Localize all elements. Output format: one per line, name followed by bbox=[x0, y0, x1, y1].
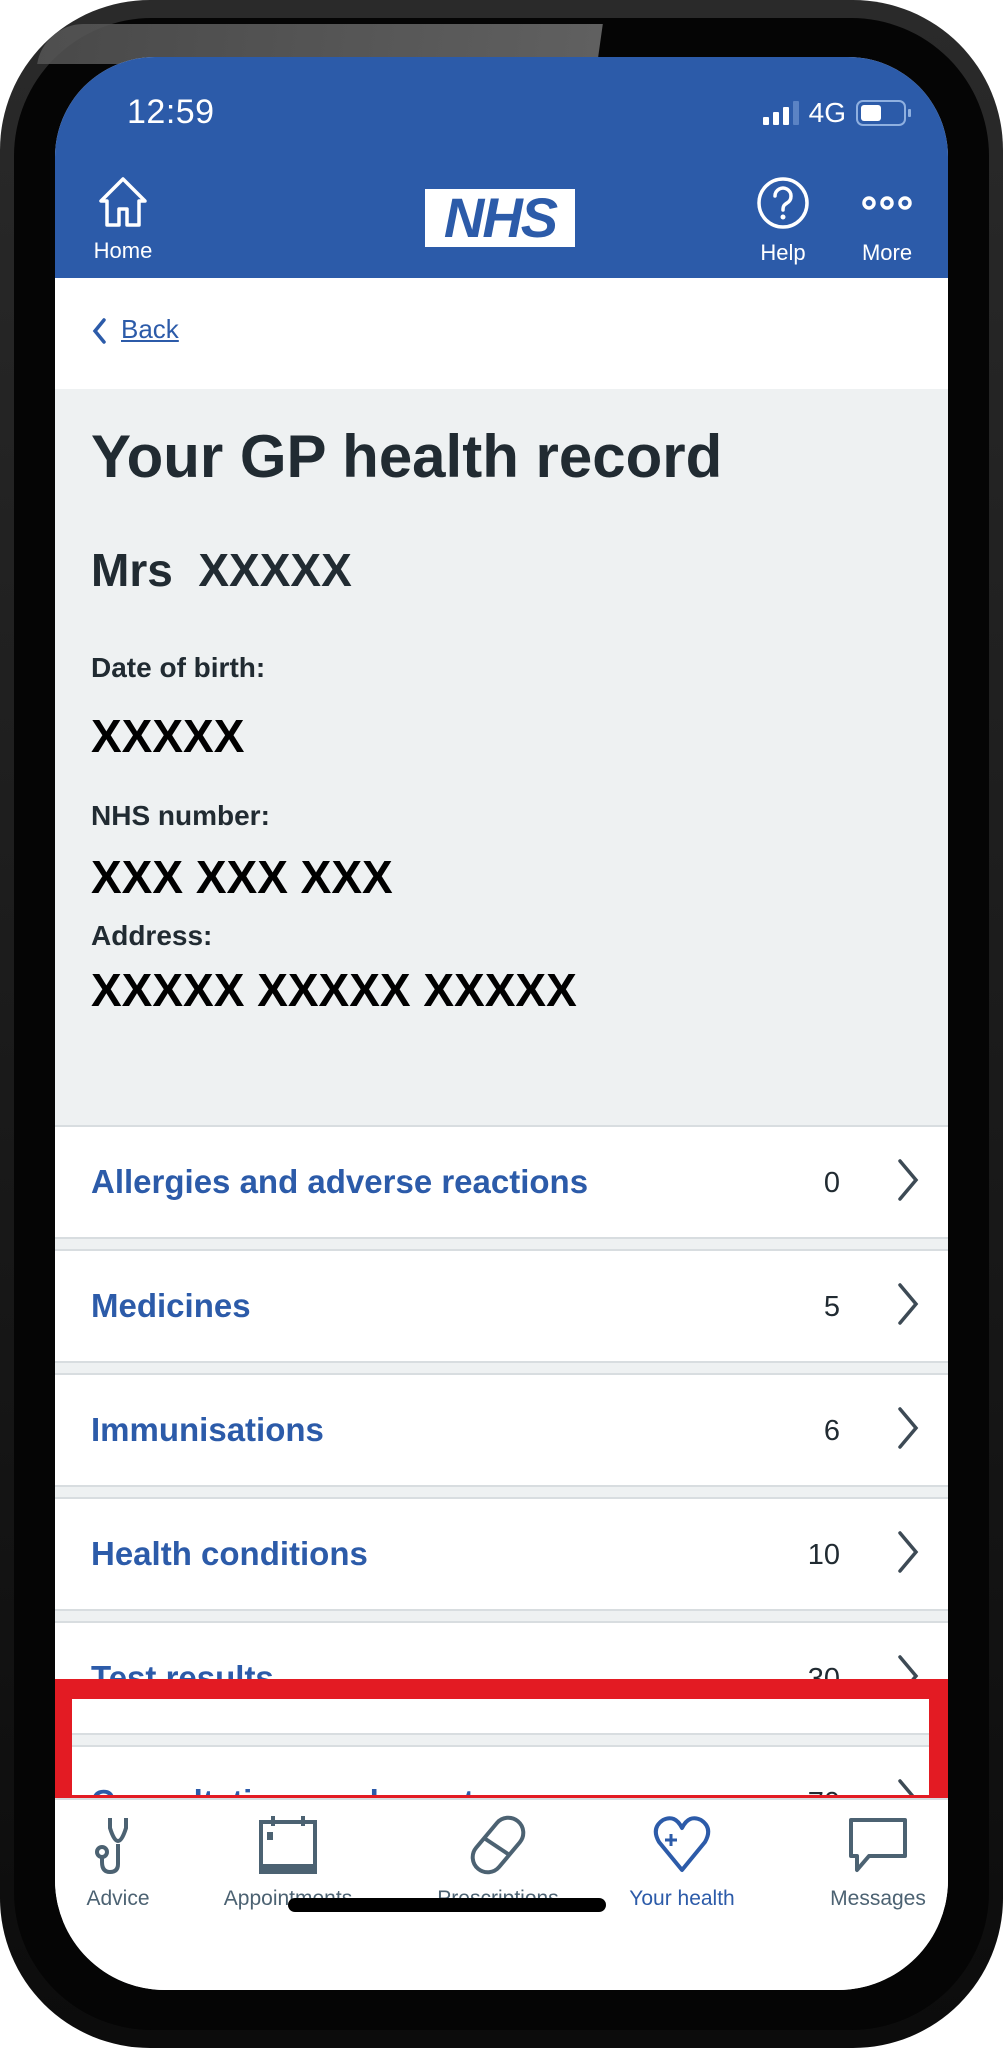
highlight-box bbox=[55, 1679, 948, 1815]
status-time: 12:59 bbox=[127, 93, 215, 131]
back-label: Back bbox=[121, 314, 179, 344]
bottom-tab-bar: Advice Appointments Prescriptions Your h… bbox=[55, 1798, 948, 1990]
chevron-right-icon bbox=[898, 1531, 919, 1573]
tab-appointments[interactable]: Appointments bbox=[203, 1814, 373, 1911]
address-label: Address: bbox=[91, 920, 213, 951]
nhs-logo: NHS bbox=[425, 189, 575, 247]
tab-advice[interactable]: Advice bbox=[55, 1814, 203, 1911]
tab-messages[interactable]: Messages bbox=[793, 1814, 948, 1911]
chevron-right-icon bbox=[898, 1159, 919, 1201]
help-button[interactable]: Help bbox=[743, 175, 823, 266]
dob-value: XXXXX bbox=[91, 710, 245, 762]
chevron-right-icon bbox=[898, 1407, 919, 1449]
record-row-immunisations[interactable]: Immunisations 6 bbox=[55, 1373, 948, 1487]
more-button[interactable]: More bbox=[847, 175, 927, 266]
back-link[interactable]: Back bbox=[91, 314, 179, 345]
tab-label: Your health bbox=[629, 1887, 735, 1910]
record-label: Allergies and adverse reactions bbox=[91, 1163, 589, 1200]
more-dots-icon bbox=[862, 196, 912, 210]
chevron-left-icon bbox=[92, 317, 106, 344]
status-icons: 4G bbox=[762, 97, 911, 129]
help-icon bbox=[757, 177, 809, 229]
pill-icon bbox=[470, 1815, 526, 1875]
patient-name-line: Mrs XXXXX bbox=[91, 543, 352, 597]
app-screen: 12:59 4G Home NHS Help More Back Your GP… bbox=[55, 57, 948, 1990]
home-label: Home bbox=[93, 238, 153, 263]
record-count: 5 bbox=[823, 1291, 840, 1323]
record-count: 6 bbox=[823, 1415, 840, 1447]
patient-title: Mrs bbox=[91, 544, 173, 596]
tab-prescriptions[interactable]: Prescriptions bbox=[413, 1814, 583, 1911]
more-label: More bbox=[861, 240, 913, 265]
battery-icon bbox=[856, 100, 911, 126]
speech-bubble-icon bbox=[849, 1818, 907, 1872]
record-row-allergies[interactable]: Allergies and adverse reactions 0 bbox=[55, 1125, 948, 1239]
dob-label: Date of birth: bbox=[91, 652, 266, 683]
signal-icon bbox=[762, 101, 799, 125]
network-type: 4G bbox=[808, 97, 846, 128]
record-label: Immunisations bbox=[91, 1411, 324, 1448]
record-label: Medicines bbox=[91, 1287, 251, 1324]
patient-name: XXXXX bbox=[198, 544, 352, 596]
record-label: Health conditions bbox=[91, 1535, 368, 1572]
home-indicator[interactable] bbox=[288, 1898, 606, 1912]
home-button[interactable]: Home bbox=[83, 175, 163, 264]
nhs-number-value: XXX XXX XXX bbox=[91, 851, 393, 903]
back-bar: Back bbox=[55, 278, 948, 389]
home-icon bbox=[99, 177, 147, 227]
tab-label: Messages bbox=[830, 1887, 926, 1910]
stethoscope-icon bbox=[95, 1818, 128, 1875]
tab-your-health[interactable]: Your health bbox=[597, 1814, 767, 1911]
app-header: 12:59 4G Home NHS Help More bbox=[55, 57, 948, 278]
calendar-icon bbox=[259, 1816, 317, 1874]
record-row-medicines[interactable]: Medicines 5 bbox=[55, 1249, 948, 1363]
tab-label: Advice bbox=[86, 1887, 150, 1910]
help-label: Help bbox=[760, 240, 806, 265]
record-count: 10 bbox=[807, 1539, 840, 1571]
address-value: XXXXX XXXXX XXXXX bbox=[91, 964, 577, 1016]
nhs-number-label: NHS number: bbox=[91, 800, 270, 831]
page-title: Your GP health record bbox=[91, 423, 723, 490]
heart-plus-icon bbox=[653, 1816, 711, 1872]
phone-frame: 12:59 4G Home NHS Help More Back Your GP… bbox=[0, 0, 1003, 2048]
chevron-right-icon bbox=[898, 1283, 919, 1325]
record-row-health-conditions[interactable]: Health conditions 10 bbox=[55, 1497, 948, 1611]
record-count: 0 bbox=[823, 1167, 840, 1199]
